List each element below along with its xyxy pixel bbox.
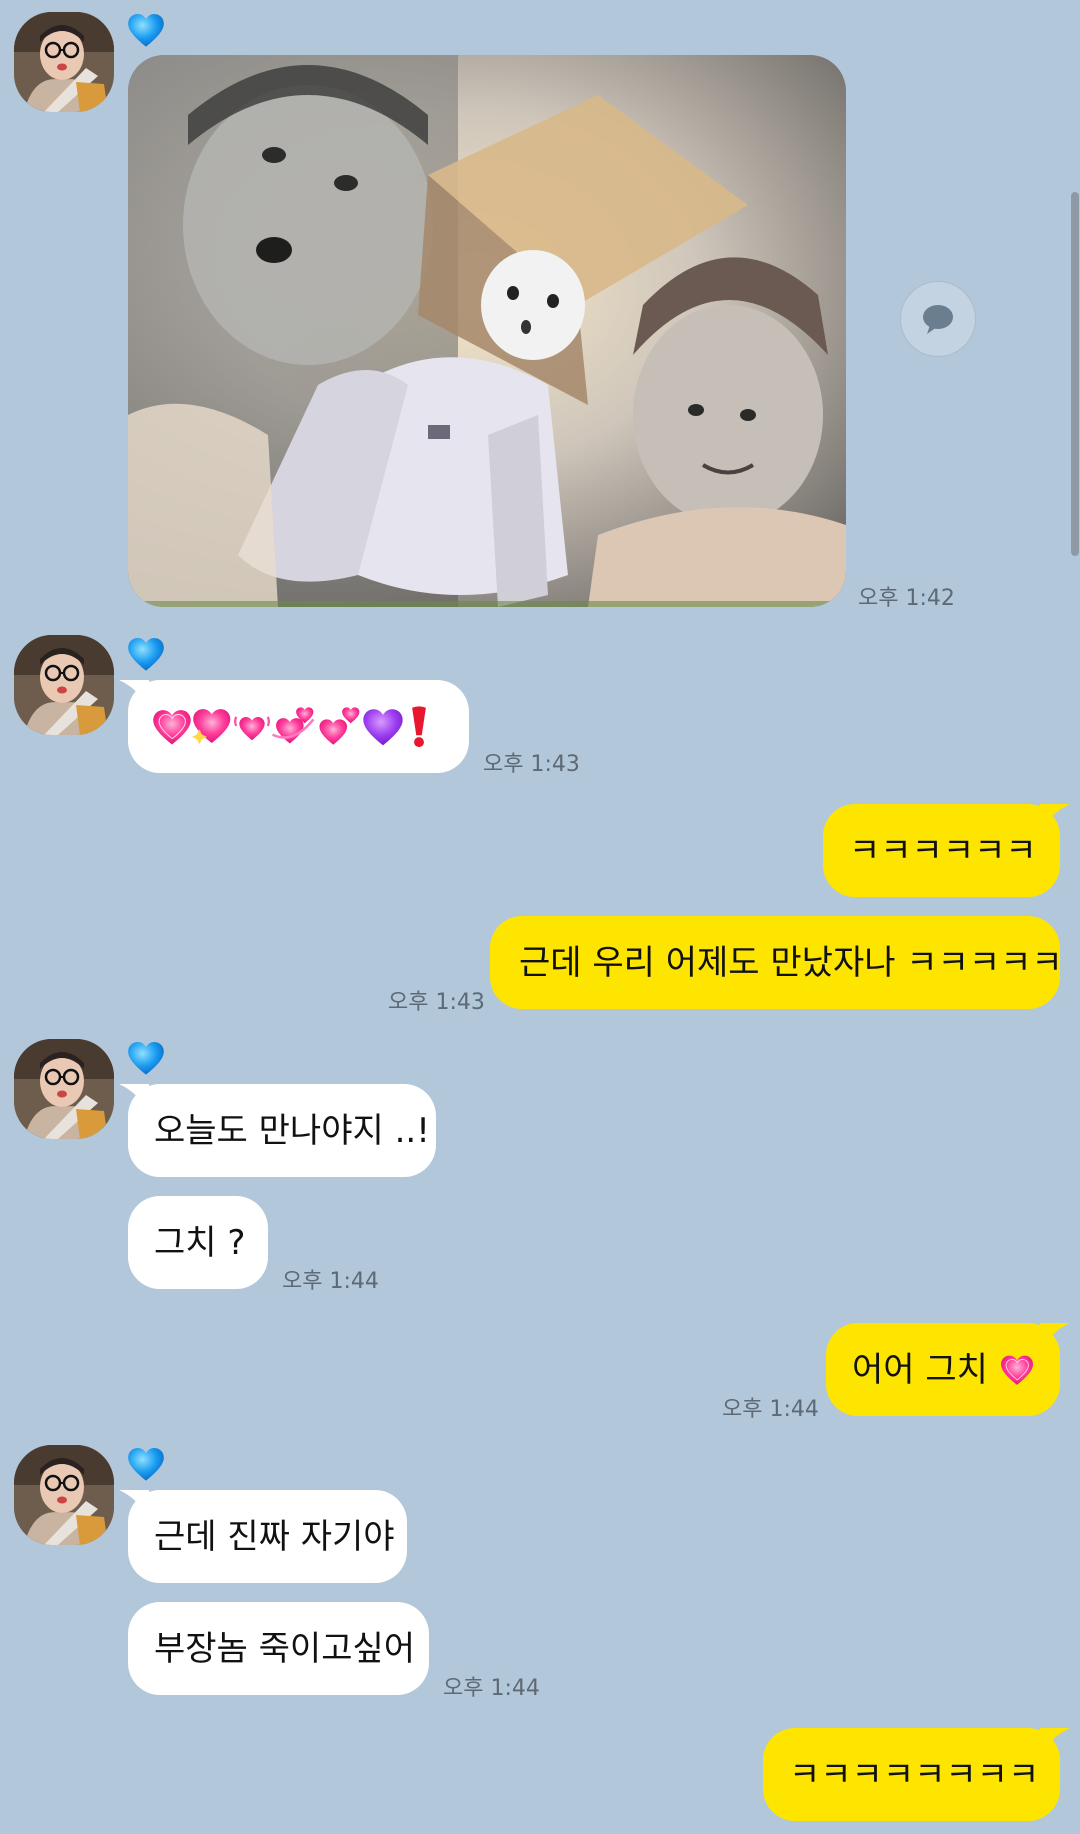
growing-heart-icon: [153, 709, 191, 744]
timestamp: 오후 1:44: [282, 1269, 379, 1294]
message-text: 부장놈 죽이고싶어: [154, 1628, 416, 1669]
blue-heart-icon: [127, 1040, 165, 1076]
timestamp: 오후 1:42: [858, 586, 955, 611]
their-message-bubble[interactable]: 그치 ?: [128, 1196, 268, 1289]
message-text: 근데 우리 어제도 만났자나 ㅋㅋㅋㅋㅋ: [519, 942, 1063, 983]
message-text: ㅋㅋㅋㅋㅋㅋ: [849, 830, 1037, 871]
blue-heart-icon: [127, 636, 165, 672]
sender-avatar[interactable]: [14, 635, 114, 735]
their-message-bubble[interactable]: 근데 진짜 자기야: [119, 1490, 407, 1583]
message-text: 오늘도 만나야지 ..!: [154, 1110, 430, 1151]
their-message-bubble[interactable]: 부장놈 죽이고싶어: [128, 1602, 429, 1695]
revolving-hearts-icon: [271, 706, 315, 743]
sender-avatar[interactable]: [14, 1445, 114, 1545]
timestamp: 오후 1:43: [483, 752, 580, 777]
timestamp: 오후 1:44: [443, 1676, 540, 1701]
scrollbar-thumb[interactable]: [1071, 192, 1079, 556]
red-exclamation-icon: [412, 705, 426, 747]
timestamp: 오후 1:43: [388, 990, 485, 1015]
message-text: ㅋㅋㅋㅋㅋㅋㅋㅋ: [789, 1754, 1040, 1795]
speech-bubble-icon: [923, 305, 953, 334]
two-hearts-icon: [319, 706, 360, 745]
photo-message[interactable]: [128, 55, 846, 607]
their-message-bubble[interactable]: 오늘도 만나야지 ..!: [119, 1084, 436, 1177]
my-message-bubble[interactable]: ㅋㅋㅋㅋㅋㅋ: [823, 804, 1070, 897]
growing-heart-icon: [1001, 1355, 1033, 1385]
sender-avatar[interactable]: [14, 12, 114, 112]
my-message-bubble[interactable]: 근데 우리 어제도 만났자나 ㅋㅋㅋㅋㅋ: [490, 916, 1063, 1009]
blue-heart-icon: [127, 1446, 165, 1482]
beating-heart-icon: [234, 715, 270, 740]
message-text: 근데 진짜 자기야: [154, 1516, 395, 1557]
message-text: 그치 ?: [154, 1222, 246, 1263]
timestamp: 오후 1:44: [722, 1397, 819, 1422]
message-text: 어어 그치: [852, 1349, 988, 1390]
my-message-bubble[interactable]: ㅋㅋㅋㅋㅋㅋㅋㅋ: [763, 1728, 1070, 1821]
emoji-message-bubble[interactable]: [119, 680, 469, 773]
share-comment-button[interactable]: [900, 281, 976, 357]
sparkling-heart-icon: [192, 708, 231, 744]
my-message-bubble[interactable]: 어어 그치: [826, 1323, 1070, 1416]
sender-avatar[interactable]: [14, 1039, 114, 1139]
purple-heart-icon: [363, 708, 403, 745]
blue-heart-icon: [127, 12, 165, 48]
